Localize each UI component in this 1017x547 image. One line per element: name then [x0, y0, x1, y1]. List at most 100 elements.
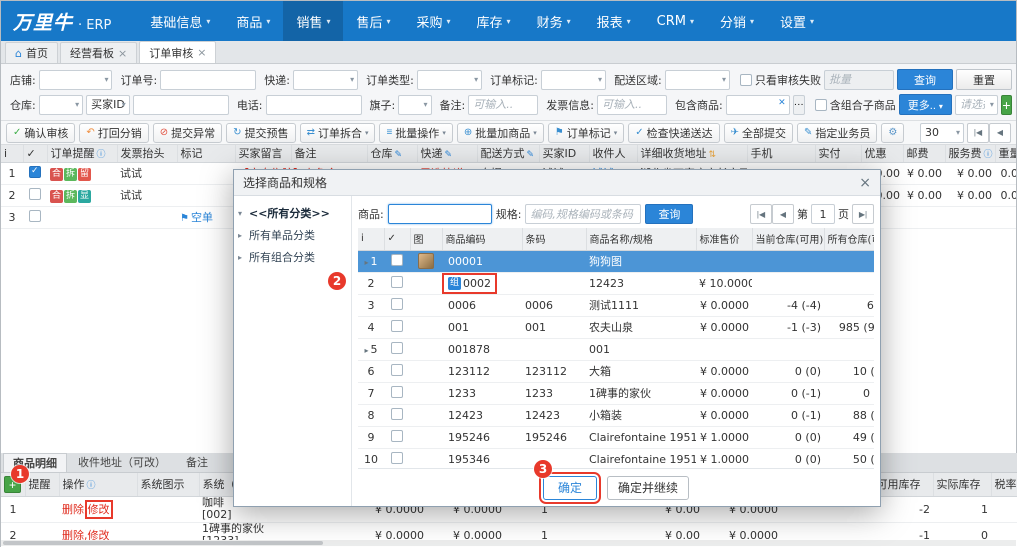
confirm-button[interactable]: 确定 — [538, 471, 602, 504]
product-checkbox[interactable] — [391, 407, 403, 420]
orders-column-header[interactable]: ✓ — [23, 145, 48, 163]
detail-column-header[interactable]: 系统图示 — [137, 473, 200, 497]
add-scheme-button[interactable]: + — [1000, 94, 1012, 115]
view-tab[interactable]: 经营看板 × — [59, 42, 138, 63]
scrollbar-thumb[interactable] — [3, 541, 323, 545]
toolbar-button[interactable]: ⚑ 订单标记 ▾ — [547, 122, 625, 143]
nav-menu-item[interactable]: 基础信息 — [137, 1, 223, 41]
expand-arrow-icon[interactable]: ▸ — [364, 258, 368, 267]
nav-menu-item[interactable]: 销售 — [283, 1, 344, 41]
product-row[interactable]: 9 195246 195246 Clairefontaine 1951订 ¥ 1… — [358, 426, 874, 449]
product-column-header[interactable]: 所有仓库(可用) — [824, 228, 874, 251]
product-row[interactable]: 7 1233 1233 1碑事的家伙 ¥ 0.0000 0 (-1) 0 (-1… — [358, 382, 874, 405]
tab-close-icon[interactable]: × — [197, 46, 206, 59]
detail-column-header[interactable]: 操作 ⓘ — [59, 473, 138, 497]
orders-column-header[interactable]: 备注 — [291, 145, 368, 163]
orders-column-header[interactable]: 手机 — [747, 145, 816, 163]
pager-prev-button[interactable]: |◀ — [750, 204, 772, 224]
tab-close-icon[interactable]: × — [118, 47, 127, 60]
checkbox-box[interactable] — [814, 98, 827, 111]
orders-column-header[interactable]: i — [1, 145, 24, 163]
detail-column-header[interactable]: 实际库存 — [933, 473, 992, 497]
product-row[interactable]: 3 0006 0006 测试1111 ¥ 0.0000 -4 (-4) 6 (6… — [358, 294, 874, 317]
detail-tab[interactable]: 备注 — [177, 453, 217, 472]
modal-query-button[interactable]: 查询 — [645, 204, 694, 224]
category-tree-item[interactable]: ▾ <<所有分类>> — [238, 202, 347, 224]
toolbar-button[interactable]: ✓ 检查快递送达 — [628, 122, 720, 143]
nav-menu-item[interactable]: 商品 — [223, 1, 283, 41]
product-checkbox[interactable] — [391, 363, 403, 376]
phone-input[interactable] — [265, 94, 362, 115]
toolbar-button[interactable]: ✓ 确认审核 — [6, 122, 76, 143]
query-button[interactable]: 查询 — [897, 69, 954, 90]
toolbar-button[interactable]: ↻ 提交预售 — [226, 122, 296, 143]
nav-menu-item[interactable]: 设置 — [767, 1, 827, 41]
warehouse-select[interactable] — [38, 94, 84, 115]
toolbar-button[interactable]: ↶ 打回分销 — [79, 122, 149, 143]
pager-button[interactable]: |◀ — [967, 122, 989, 143]
reset-button[interactable]: 重置 — [956, 69, 1013, 90]
order-row-checkbox[interactable] — [29, 187, 41, 200]
flag-select[interactable] — [398, 94, 432, 115]
nav-menu-item[interactable]: 售后 — [343, 1, 403, 41]
detail-tab[interactable]: 收件地址（可改） — [69, 453, 175, 472]
area-select[interactable] — [664, 69, 731, 90]
product-checkbox[interactable] — [391, 429, 403, 442]
modify-link[interactable]: 修改 — [84, 500, 113, 519]
product-row[interactable]: ▸ 5 001878 001 — [358, 338, 874, 361]
express-select[interactable] — [292, 69, 359, 90]
buyer-id-input[interactable] — [132, 94, 229, 115]
orders-column-header[interactable]: 发票抬头 — [117, 145, 178, 163]
orders-column-header[interactable]: 订单提醒 ⓘ — [47, 145, 118, 163]
product-picker-dots-button[interactable]: ··· — [792, 94, 805, 115]
detail-column-header[interactable]: 提醒 — [25, 473, 60, 497]
orders-column-header[interactable]: 优惠 — [861, 145, 904, 163]
order-row-checkbox[interactable] — [29, 165, 41, 178]
tree-arrow-icon[interactable]: ▸ — [238, 253, 246, 262]
checkbox-box[interactable] — [740, 73, 753, 86]
product-search-input[interactable] — [387, 204, 492, 224]
orders-column-header[interactable]: 服务费 ⓘ — [945, 145, 996, 163]
scheme-select[interactable]: 请选择 — [954, 94, 998, 115]
pager-button[interactable]: ◀ — [989, 122, 1011, 143]
category-tree-item[interactable]: ▸ 所有单品分类 — [238, 224, 347, 246]
detail-column-header[interactable]: 可用库存 — [873, 473, 934, 497]
close-icon[interactable]: × — [859, 175, 871, 191]
page-size-select[interactable]: 30 — [920, 122, 964, 143]
nav-menu-item[interactable]: 分销 — [707, 1, 767, 41]
orders-column-header[interactable]: 标记 — [177, 145, 236, 163]
product-column-header[interactable]: 当前仓库(可用) — [752, 228, 825, 251]
invoice-input[interactable] — [596, 94, 667, 115]
more-filters-button[interactable]: 更多.. — [898, 94, 952, 115]
product-checkbox[interactable] — [391, 253, 403, 266]
combo-sub-checkbox[interactable]: 含组合子商品 — [814, 97, 896, 113]
remark-input[interactable] — [468, 94, 539, 115]
nav-menu-item[interactable]: 财务 — [524, 1, 584, 41]
expand-arrow-icon[interactable]: ▸ — [364, 346, 368, 355]
orders-column-header[interactable]: 收件人 — [589, 145, 638, 163]
orders-column-header[interactable]: 实付 — [815, 145, 862, 163]
order-tag-select[interactable] — [540, 69, 607, 90]
toolbar-button[interactable]: ✈ 全部提交 — [723, 122, 793, 143]
orders-column-header[interactable]: 配送方式 ✎ — [477, 145, 540, 163]
product-row[interactable]: 6 123112 123112 大箱 ¥ 0.0000 0 (0) 10 (10… — [358, 360, 874, 383]
nav-menu-item[interactable]: 报表 — [584, 1, 644, 41]
product-checkbox[interactable] — [391, 297, 403, 310]
orders-column-header[interactable]: 快递 ✎ — [417, 145, 478, 163]
orders-column-header[interactable]: 详细收货地址 ⇅ — [637, 145, 748, 163]
product-checkbox[interactable] — [391, 341, 403, 354]
delete-link[interactable]: 删除 — [62, 503, 84, 516]
spec-search-input[interactable] — [525, 204, 642, 224]
tree-arrow-icon[interactable]: ▸ — [238, 231, 246, 240]
detail-column-header[interactable]: 税率 — [991, 473, 1017, 497]
orders-column-header[interactable]: 买家留言 — [235, 145, 292, 163]
shop-select[interactable] — [38, 69, 113, 90]
order-type-select[interactable] — [416, 69, 483, 90]
product-checkbox[interactable] — [391, 451, 403, 464]
tree-arrow-icon[interactable]: ▾ — [238, 209, 246, 218]
page-number-input[interactable] — [811, 204, 835, 224]
clear-icon[interactable]: ✕ — [778, 98, 786, 108]
settings-gear-button[interactable]: ⚙ — [881, 122, 905, 143]
orders-column-header[interactable]: 仓库 ✎ — [367, 145, 418, 163]
product-column-header[interactable]: i — [358, 228, 385, 251]
